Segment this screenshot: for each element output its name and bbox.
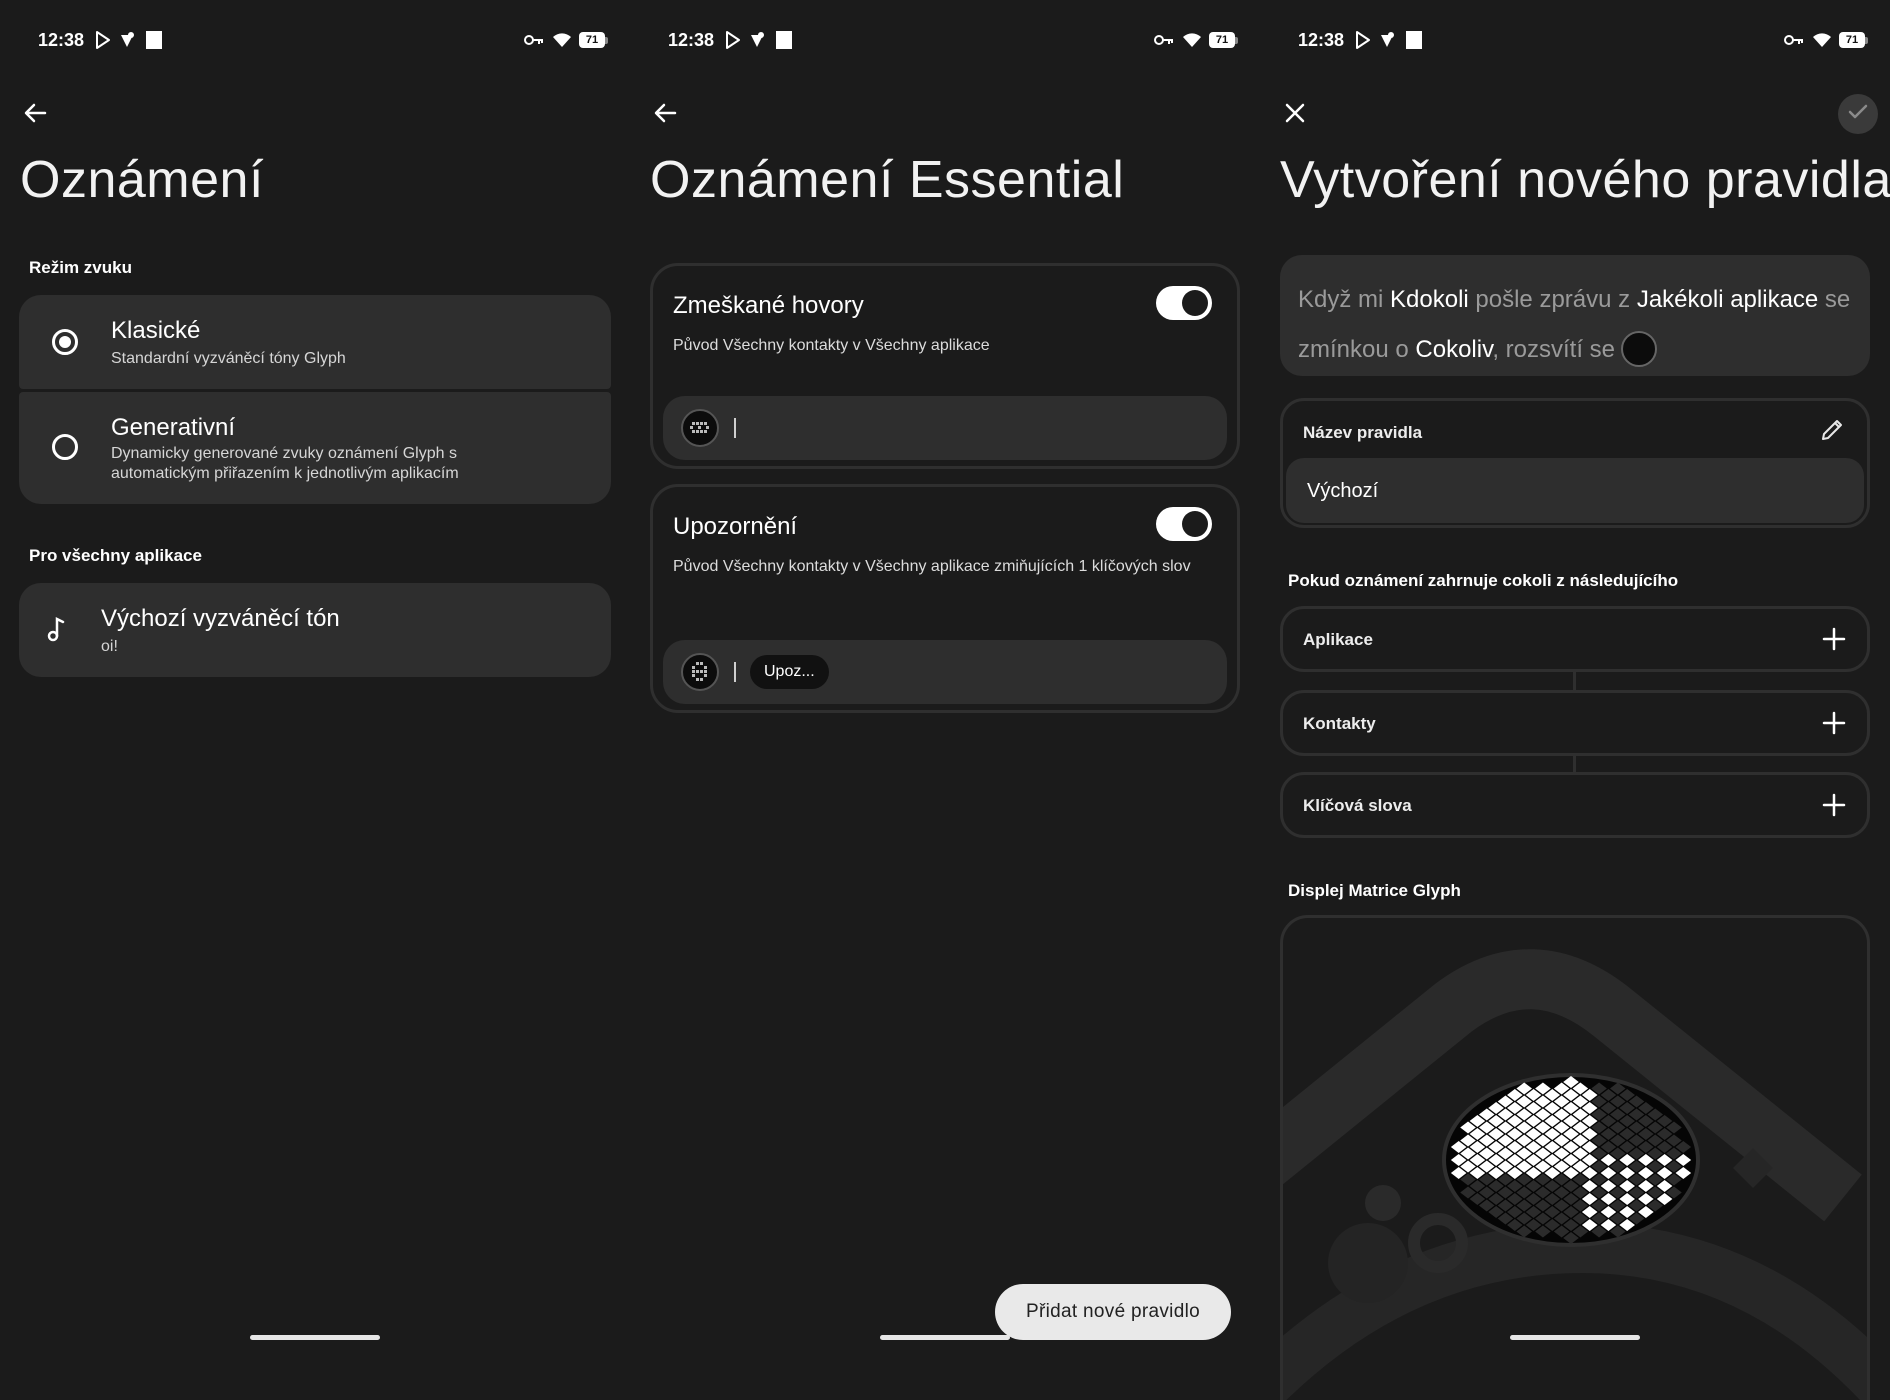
rule-name-value: Výchozí xyxy=(1307,480,1379,502)
rule-toggle[interactable] xyxy=(1156,286,1212,320)
ringtone-subtitle: oi! xyxy=(101,638,118,655)
glyph-matrix-icon xyxy=(681,409,719,447)
notification-square-icon xyxy=(146,31,163,49)
wifi-icon xyxy=(1811,29,1833,51)
glyph-preview-icon[interactable] xyxy=(1621,330,1658,367)
home-indicator[interactable] xyxy=(880,1335,1010,1340)
status-bar: 12:38 71 xyxy=(38,26,608,54)
home-indicator[interactable] xyxy=(1510,1335,1640,1340)
radio-unselected[interactable] xyxy=(52,434,78,460)
play-store-icon xyxy=(1352,29,1374,51)
confirm-check-button[interactable] xyxy=(1838,94,1878,134)
plus-icon[interactable] xyxy=(1819,790,1849,820)
vpn-key-icon xyxy=(523,29,545,51)
conditions-label: Pokud oznámení zahrnuje cokoli z následu… xyxy=(1288,571,1679,590)
rule-title: Zmeškané hovory xyxy=(673,292,864,319)
radio-selected[interactable] xyxy=(52,329,78,355)
rule-name-label: Název pravidla xyxy=(1303,423,1423,442)
plus-icon[interactable] xyxy=(1819,708,1849,738)
rule-glyph-bar[interactable]: Upoz... xyxy=(663,640,1227,704)
battery-icon: 71 xyxy=(579,32,608,48)
add-new-rule-button[interactable]: Přidat nové pravidlo xyxy=(995,1284,1231,1340)
keyword-chip[interactable]: Upoz... xyxy=(750,655,829,689)
rule-name-field[interactable]: Výchozí xyxy=(1286,458,1864,523)
connector-line xyxy=(1573,672,1576,690)
ringtone-title: Výchozí vyzváněcí tón xyxy=(101,605,340,632)
condition-label: Kontakty xyxy=(1303,714,1376,733)
status-time: 12:38 xyxy=(668,29,715,50)
option-subtitle: Dynamicky generované zvuky oznámení Glyp… xyxy=(111,445,459,482)
edit-pencil-icon[interactable] xyxy=(1819,417,1847,445)
rule-description: Původ Všechny kontakty v Všechny aplikac… xyxy=(673,558,1191,575)
sentence-text: , rozsvítí se xyxy=(1492,336,1616,363)
vpn-key-icon xyxy=(1783,29,1805,51)
close-icon[interactable] xyxy=(1280,98,1310,128)
rule-card-alerts[interactable]: Upozornění Původ Všechny kontakty v Všec… xyxy=(650,484,1240,713)
option-subtitle: Standardní vyzváněcí tóny Glyph xyxy=(111,350,346,367)
rule-title: Upozornění xyxy=(673,513,798,540)
option-title: Generativní xyxy=(111,414,236,441)
section-sound-mode: Režim zvuku xyxy=(29,258,132,277)
back-arrow-icon[interactable] xyxy=(20,98,50,128)
plus-icon[interactable] xyxy=(1819,624,1849,654)
rule-description: Původ Všechny kontakty v Všechny aplikac… xyxy=(673,337,990,354)
battery-icon: 71 xyxy=(1839,32,1868,48)
glyph-matrix-preview[interactable] xyxy=(1280,915,1870,1400)
sentence-who-link[interactable]: Kdokoli xyxy=(1390,286,1469,313)
condition-apps[interactable]: Aplikace xyxy=(1280,606,1870,672)
status-time: 12:38 xyxy=(38,29,85,50)
back-arrow-icon[interactable] xyxy=(650,98,680,128)
sentence-keyword-link[interactable]: Cokoliv xyxy=(1415,336,1492,363)
status-bar: 12:38 71 xyxy=(668,26,1238,54)
sentence-text: pošle zprávu z xyxy=(1468,286,1637,313)
check-icon xyxy=(1848,104,1868,125)
phone-back-illustration xyxy=(1283,949,1867,1400)
separator xyxy=(734,662,736,682)
condition-keywords[interactable]: Klíčová slova xyxy=(1280,772,1870,838)
page-title: Oznámení xyxy=(20,151,264,209)
page-title: Vytvoření nového pravidla xyxy=(1280,151,1890,209)
rule-name-card[interactable]: Název pravidla Výchozí xyxy=(1280,398,1870,528)
section-all-apps: Pro všechny aplikace xyxy=(29,546,202,565)
glyph-matrix-icon xyxy=(681,653,719,691)
option-title: Klasické xyxy=(111,317,201,344)
wifi-icon xyxy=(1181,29,1203,51)
vpn-key-icon xyxy=(1153,29,1175,51)
app-notification-icon xyxy=(1376,29,1398,51)
screen-create-rule: 12:38 71 Vytvoření nového pravidla Když … xyxy=(1260,0,1890,1400)
option-generative[interactable]: Generativní Dynamicky generované zvuky o… xyxy=(19,392,611,504)
app-notification-icon xyxy=(116,29,138,51)
screen-essential-notifications: 12:38 71 Oznámení Essential Zmeškané hov… xyxy=(630,0,1260,1400)
wifi-icon xyxy=(551,29,573,51)
screen-notifications: 12:38 71 Oznámení Režim zvuku Klasické S… xyxy=(0,0,630,1400)
page-title: Oznámení Essential xyxy=(650,151,1125,209)
sentence-text: Když mi xyxy=(1298,286,1391,313)
play-store-icon xyxy=(92,29,114,51)
notification-square-icon xyxy=(1406,31,1423,49)
app-notification-icon xyxy=(746,29,768,51)
home-indicator[interactable] xyxy=(250,1335,380,1340)
matrix-label: Displej Matrice Glyph xyxy=(1288,881,1461,900)
separator xyxy=(734,418,736,438)
notification-square-icon xyxy=(776,31,793,49)
sentence-app-link[interactable]: Jakékoli aplikace xyxy=(1637,286,1818,313)
rule-summary-sentence: Když mi Kdokoli pošle zprávu z Jakékoli … xyxy=(1280,255,1870,376)
status-bar: 12:38 71 xyxy=(1298,26,1868,54)
option-classic[interactable]: Klasické Standardní vyzváněcí tóny Glyph xyxy=(19,295,611,389)
play-store-icon xyxy=(722,29,744,51)
rule-toggle[interactable] xyxy=(1156,507,1212,541)
battery-icon: 71 xyxy=(1209,32,1238,48)
music-note-icon xyxy=(47,616,67,647)
status-time: 12:38 xyxy=(1298,29,1345,50)
rule-card-missed-calls[interactable]: Zmeškané hovory Původ Všechny kontakty v… xyxy=(650,263,1240,469)
condition-label: Klíčová slova xyxy=(1303,796,1412,815)
condition-label: Aplikace xyxy=(1303,630,1373,649)
default-ringtone-row[interactable]: Výchozí vyzváněcí tón oi! xyxy=(19,583,611,677)
condition-contacts[interactable]: Kontakty xyxy=(1280,690,1870,756)
rule-glyph-bar[interactable] xyxy=(663,396,1227,460)
